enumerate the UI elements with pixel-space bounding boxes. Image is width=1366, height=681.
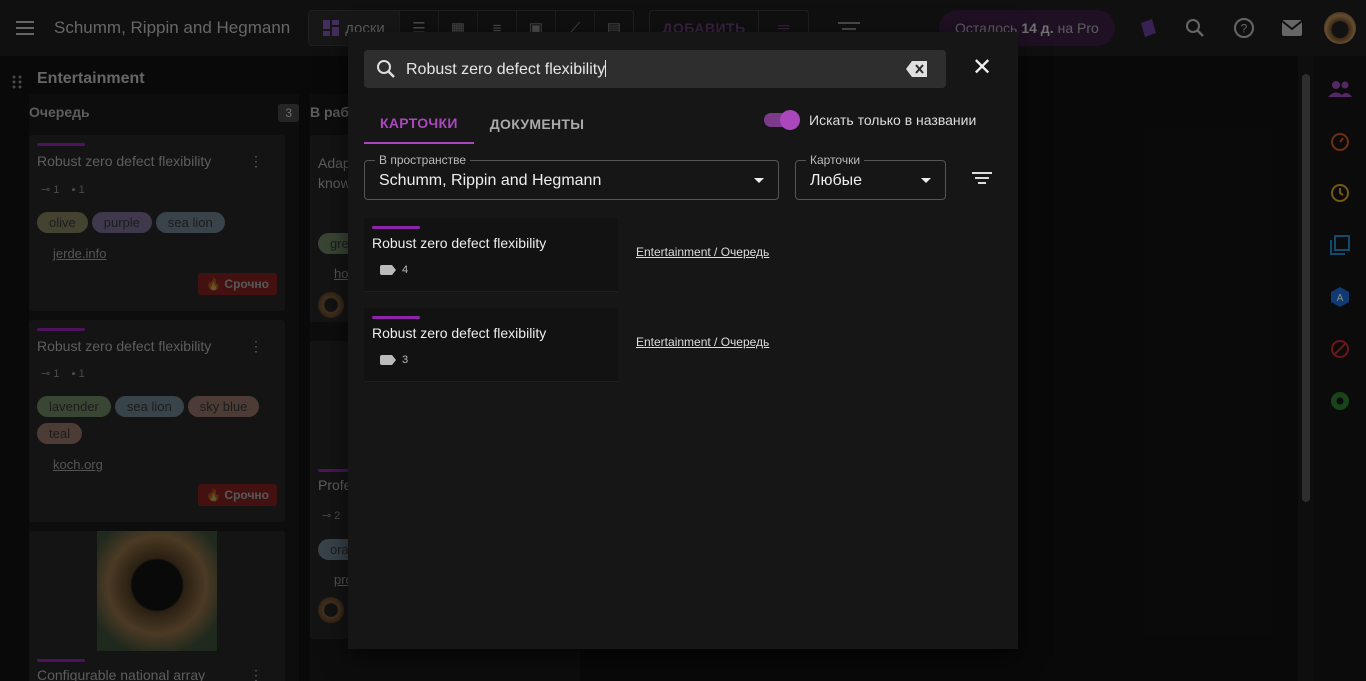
search-query-text: Robust zero defect flexibility: [406, 61, 606, 78]
filter-icon[interactable]: [972, 172, 992, 188]
search-result[interactable]: Robust zero defect flexibility 3: [364, 308, 618, 382]
result-path-link[interactable]: Entertainment / Очередь: [636, 335, 769, 349]
toggle-knob: [780, 110, 800, 130]
label-icon: [380, 265, 396, 275]
cards-type-value: Любые: [810, 172, 863, 189]
backspace-icon[interactable]: [906, 60, 928, 78]
tab-cards[interactable]: КАРТОЧКИ: [364, 104, 474, 144]
search-icon: [377, 60, 395, 78]
result-tag-count: 4: [402, 264, 409, 276]
close-icon[interactable]: ✕: [970, 56, 994, 81]
result-tag-count: 3: [402, 354, 409, 366]
text-caret: [605, 60, 607, 77]
result-path-link[interactable]: Entertainment / Очередь: [636, 245, 769, 259]
search-tabs: КАРТОЧКИ ДОКУМЕНТЫ: [364, 104, 600, 144]
search-input[interactable]: Robust zero defect flexibility: [364, 50, 946, 88]
cards-type-label: Карточки: [806, 153, 865, 167]
label-icon: [380, 355, 396, 365]
tab-documents[interactable]: ДОКУМЕНТЫ: [474, 104, 601, 144]
card-color-stripe: [372, 316, 420, 319]
app-root: Schumm, Rippin and Hegmann доски ☰ ▦ ≡ ▣…: [0, 0, 1366, 681]
space-select-value: Schumm, Rippin and Hegmann: [379, 172, 602, 189]
cards-type-select[interactable]: Карточки Любые: [795, 153, 946, 200]
result-title: Robust zero defect flexibility: [372, 235, 547, 251]
space-select-label: В пространстве: [375, 153, 471, 167]
space-select[interactable]: В пространстве Schumm, Rippin and Hegman…: [364, 153, 779, 200]
dropdown-arrow-icon: [921, 178, 931, 183]
dropdown-arrow-icon: [754, 178, 764, 183]
search-result[interactable]: Robust zero defect flexibility 4: [364, 218, 618, 292]
title-only-label[interactable]: Искать только в названии: [809, 112, 976, 128]
result-meta: 4: [380, 264, 408, 276]
search-dialog: Robust zero defect flexibility ✕ КАРТОЧК…: [348, 32, 1018, 649]
title-only-toggle[interactable]: [762, 110, 800, 130]
result-meta: 3: [380, 354, 408, 366]
card-color-stripe: [372, 226, 420, 229]
search-query[interactable]: Robust zero defect flexibility: [406, 60, 607, 79]
result-title: Robust zero defect flexibility: [372, 325, 547, 341]
